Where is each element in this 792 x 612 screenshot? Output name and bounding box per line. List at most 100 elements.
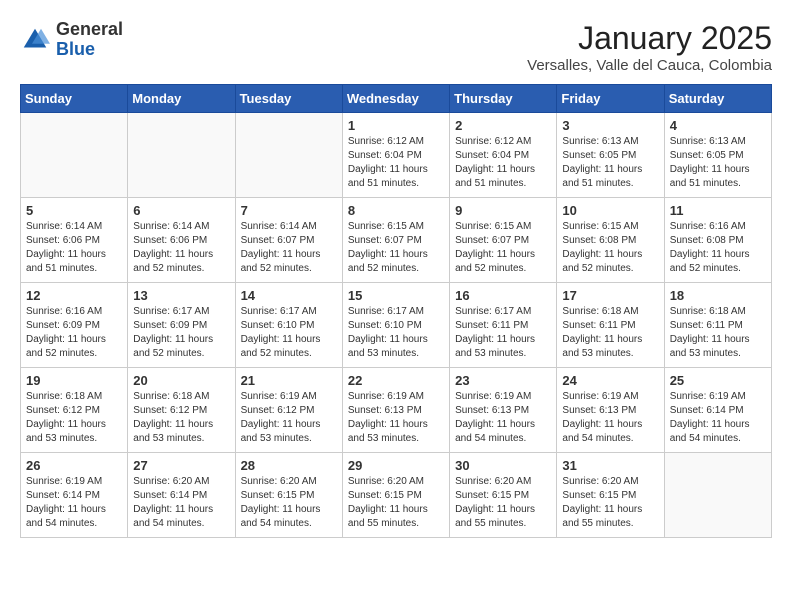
logo: General Blue [20,20,123,60]
day-number: 9 [455,203,551,218]
day-cell: 29 Sunrise: 6:20 AM Sunset: 6:15 PM Dayli… [342,453,449,538]
day-cell: 17 Sunrise: 6:18 AM Sunset: 6:11 PM Dayli… [557,283,664,368]
day-number: 29 [348,458,444,473]
weekday-header-tuesday: Tuesday [235,85,342,113]
day-cell: 18 Sunrise: 6:18 AM Sunset: 6:11 PM Dayli… [664,283,771,368]
day-number: 13 [133,288,229,303]
day-info: Sunrise: 6:13 AM Sunset: 6:05 PM Dayligh… [562,135,658,191]
day-number: 8 [348,203,444,218]
logo-icon [20,25,50,55]
week-row-1: 1 Sunrise: 6:12 AM Sunset: 6:04 PM Daylig… [21,113,772,198]
day-cell: 11Sunrise: 6:16 AM Sunset: 6:08 PM Dayli… [664,198,771,283]
day-cell [664,453,771,538]
day-info: Sunrise: 6:20 AM Sunset: 6:15 PM Dayligh… [455,475,551,531]
day-number: 30 [455,458,551,473]
day-cell: 27 Sunrise: 6:20 AM Sunset: 6:14 PM Dayli… [128,453,235,538]
day-info: Sunrise: 6:18 AM Sunset: 6:11 PM Dayligh… [562,305,658,361]
title-block: January 2025 Versalles, Valle del Cauca,… [527,20,772,74]
day-number: 22 [348,373,444,388]
day-cell: 21Sunrise: 6:19 AM Sunset: 6:12 PM Dayli… [235,368,342,453]
day-cell: 16Sunrise: 6:17 AM Sunset: 6:11 PM Dayli… [450,283,557,368]
day-cell: 24Sunrise: 6:19 AM Sunset: 6:13 PM Dayli… [557,368,664,453]
day-cell: 22 Sunrise: 6:19 AM Sunset: 6:13 PM Dayli… [342,368,449,453]
day-number: 1 [348,118,444,133]
day-number: 31 [562,458,658,473]
day-info: Sunrise: 6:18 AM Sunset: 6:11 PM Dayligh… [670,305,766,361]
day-cell: 3 Sunrise: 6:13 AM Sunset: 6:05 PM Daylig… [557,113,664,198]
day-info: Sunrise: 6:14 AM Sunset: 6:06 PM Dayligh… [26,220,122,276]
week-row-4: 19Sunrise: 6:18 AM Sunset: 6:12 PM Dayli… [21,368,772,453]
day-info: Sunrise: 6:19 AM Sunset: 6:12 PM Dayligh… [241,390,337,446]
day-info: Sunrise: 6:19 AM Sunset: 6:13 PM Dayligh… [348,390,444,446]
day-cell: 25 Sunrise: 6:19 AM Sunset: 6:14 PM Dayli… [664,368,771,453]
month-year-title: January 2025 [527,20,772,57]
day-info: Sunrise: 6:12 AM Sunset: 6:04 PM Dayligh… [455,135,551,191]
day-number: 20 [133,373,229,388]
day-number: 27 [133,458,229,473]
weekday-header-row: SundayMondayTuesdayWednesdayThursdayFrid… [21,85,772,113]
day-info: Sunrise: 6:17 AM Sunset: 6:11 PM Dayligh… [455,305,551,361]
weekday-header-friday: Friday [557,85,664,113]
day-number: 26 [26,458,122,473]
day-number: 4 [670,118,766,133]
weekday-header-saturday: Saturday [664,85,771,113]
day-number: 10 [562,203,658,218]
day-number: 3 [562,118,658,133]
day-cell: 31Sunrise: 6:20 AM Sunset: 6:15 PM Dayli… [557,453,664,538]
day-cell: 23 Sunrise: 6:19 AM Sunset: 6:13 PM Dayli… [450,368,557,453]
week-row-3: 12 Sunrise: 6:16 AM Sunset: 6:09 PM Dayli… [21,283,772,368]
day-cell: 19Sunrise: 6:18 AM Sunset: 6:12 PM Dayli… [21,368,128,453]
day-info: Sunrise: 6:17 AM Sunset: 6:10 PM Dayligh… [241,305,337,361]
day-number: 12 [26,288,122,303]
day-info: Sunrise: 6:20 AM Sunset: 6:15 PM Dayligh… [348,475,444,531]
day-cell [21,113,128,198]
weekday-header-sunday: Sunday [21,85,128,113]
day-number: 17 [562,288,658,303]
day-cell: 9Sunrise: 6:15 AM Sunset: 6:07 PM Daylig… [450,198,557,283]
day-cell: 1 Sunrise: 6:12 AM Sunset: 6:04 PM Daylig… [342,113,449,198]
logo-blue: Blue [56,40,123,60]
day-number: 15 [348,288,444,303]
day-cell: 5 Sunrise: 6:14 AM Sunset: 6:06 PM Daylig… [21,198,128,283]
day-number: 19 [26,373,122,388]
calendar-table: SundayMondayTuesdayWednesdayThursdayFrid… [20,84,772,538]
day-number: 6 [133,203,229,218]
day-info: Sunrise: 6:20 AM Sunset: 6:14 PM Dayligh… [133,475,229,531]
weekday-header-monday: Monday [128,85,235,113]
day-info: Sunrise: 6:14 AM Sunset: 6:07 PM Dayligh… [241,220,337,276]
day-number: 2 [455,118,551,133]
day-cell: 10Sunrise: 6:15 AM Sunset: 6:08 PM Dayli… [557,198,664,283]
day-number: 28 [241,458,337,473]
day-cell: 30 Sunrise: 6:20 AM Sunset: 6:15 PM Dayli… [450,453,557,538]
day-cell [128,113,235,198]
day-number: 18 [670,288,766,303]
day-cell: 26 Sunrise: 6:19 AM Sunset: 6:14 PM Dayli… [21,453,128,538]
day-number: 11 [670,203,766,218]
day-cell: 14Sunrise: 6:17 AM Sunset: 6:10 PM Dayli… [235,283,342,368]
week-row-2: 5 Sunrise: 6:14 AM Sunset: 6:06 PM Daylig… [21,198,772,283]
day-info: Sunrise: 6:19 AM Sunset: 6:13 PM Dayligh… [562,390,658,446]
day-info: Sunrise: 6:17 AM Sunset: 6:10 PM Dayligh… [348,305,444,361]
day-number: 7 [241,203,337,218]
day-cell: 8Sunrise: 6:15 AM Sunset: 6:07 PM Daylig… [342,198,449,283]
day-info: Sunrise: 6:19 AM Sunset: 6:14 PM Dayligh… [670,390,766,446]
day-cell: 7 Sunrise: 6:14 AM Sunset: 6:07 PM Daylig… [235,198,342,283]
day-cell: 2 Sunrise: 6:12 AM Sunset: 6:04 PM Daylig… [450,113,557,198]
day-cell: 15 Sunrise: 6:17 AM Sunset: 6:10 PM Dayli… [342,283,449,368]
day-number: 23 [455,373,551,388]
day-info: Sunrise: 6:16 AM Sunset: 6:09 PM Dayligh… [26,305,122,361]
day-number: 5 [26,203,122,218]
day-info: Sunrise: 6:19 AM Sunset: 6:14 PM Dayligh… [26,475,122,531]
day-info: Sunrise: 6:19 AM Sunset: 6:13 PM Dayligh… [455,390,551,446]
location-subtitle: Versalles, Valle del Cauca, Colombia [527,57,772,74]
day-number: 25 [670,373,766,388]
day-cell: 6 Sunrise: 6:14 AM Sunset: 6:06 PM Daylig… [128,198,235,283]
day-info: Sunrise: 6:20 AM Sunset: 6:15 PM Dayligh… [241,475,337,531]
day-cell: 20Sunrise: 6:18 AM Sunset: 6:12 PM Dayli… [128,368,235,453]
day-info: Sunrise: 6:12 AM Sunset: 6:04 PM Dayligh… [348,135,444,191]
day-cell: 4 Sunrise: 6:13 AM Sunset: 6:05 PM Daylig… [664,113,771,198]
week-row-5: 26 Sunrise: 6:19 AM Sunset: 6:14 PM Dayli… [21,453,772,538]
day-info: Sunrise: 6:13 AM Sunset: 6:05 PM Dayligh… [670,135,766,191]
day-cell: 28 Sunrise: 6:20 AM Sunset: 6:15 PM Dayli… [235,453,342,538]
day-info: Sunrise: 6:14 AM Sunset: 6:06 PM Dayligh… [133,220,229,276]
